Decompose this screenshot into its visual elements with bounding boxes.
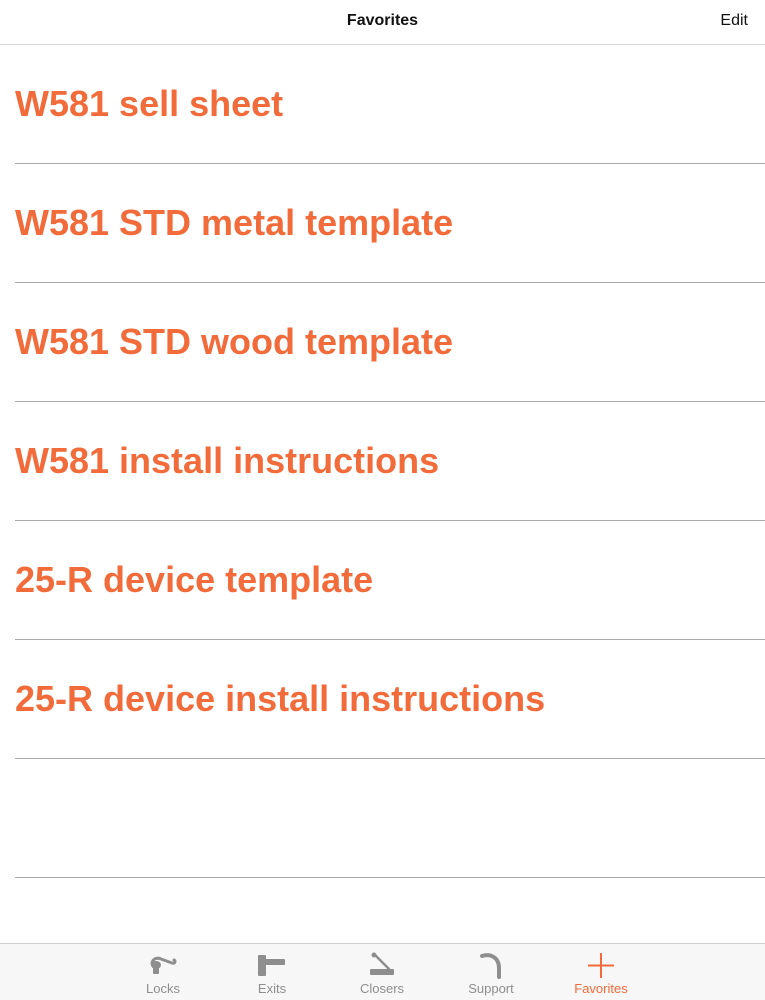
tab-label: Locks bbox=[146, 981, 180, 996]
plus-icon bbox=[588, 953, 614, 978]
support-hook-icon bbox=[480, 953, 501, 979]
list-item[interactable]: W581 install instructions bbox=[15, 402, 765, 521]
page-title: Favorites bbox=[346, 12, 419, 29]
tab-exits[interactable]: Exits bbox=[222, 944, 322, 1000]
list-item-label: W581 STD metal template bbox=[15, 202, 454, 243]
tab-label: Exits bbox=[257, 981, 287, 996]
list-item-label: 25-R device template bbox=[15, 559, 374, 600]
tab-bar: Locks Exits Closers Support Favorites bbox=[0, 943, 765, 1000]
tab-locks[interactable]: Locks bbox=[113, 944, 213, 1000]
edit-button[interactable]: Edit bbox=[720, 12, 748, 30]
list-item[interactable]: W581 sell sheet bbox=[15, 45, 765, 164]
list-item[interactable]: 25-R device install instructions bbox=[15, 640, 765, 759]
favorites-list: W581 sell sheet W581 STD metal template … bbox=[0, 45, 765, 878]
tab-label: Support bbox=[468, 981, 514, 996]
list-item[interactable]: W581 STD metal template bbox=[15, 164, 765, 283]
tab-favorites[interactable]: Favorites bbox=[551, 944, 651, 1000]
lock-handle-icon bbox=[150, 956, 177, 974]
tab-label: Favorites bbox=[574, 981, 628, 996]
list-item[interactable]: W581 STD wood template bbox=[15, 283, 765, 402]
exit-device-icon bbox=[258, 955, 285, 976]
list-item-label: W581 sell sheet bbox=[15, 83, 284, 124]
tab-support[interactable]: Support bbox=[441, 944, 541, 1000]
tab-closers[interactable]: Closers bbox=[332, 944, 432, 1000]
empty-list-row bbox=[15, 759, 765, 878]
navigation-bar: Favorites Edit bbox=[0, 0, 765, 45]
tab-label: Closers bbox=[359, 981, 405, 996]
list-item[interactable]: 25-R device template bbox=[15, 521, 765, 640]
favorites-screen: Favorites Edit W581 sell sheet W581 STD … bbox=[0, 0, 765, 1000]
list-item-label: W581 STD wood template bbox=[15, 321, 454, 362]
list-item-label: 25-R device install instructions bbox=[15, 678, 546, 719]
list-item-label: W581 install instructions bbox=[15, 440, 440, 481]
door-closer-icon bbox=[370, 952, 394, 975]
